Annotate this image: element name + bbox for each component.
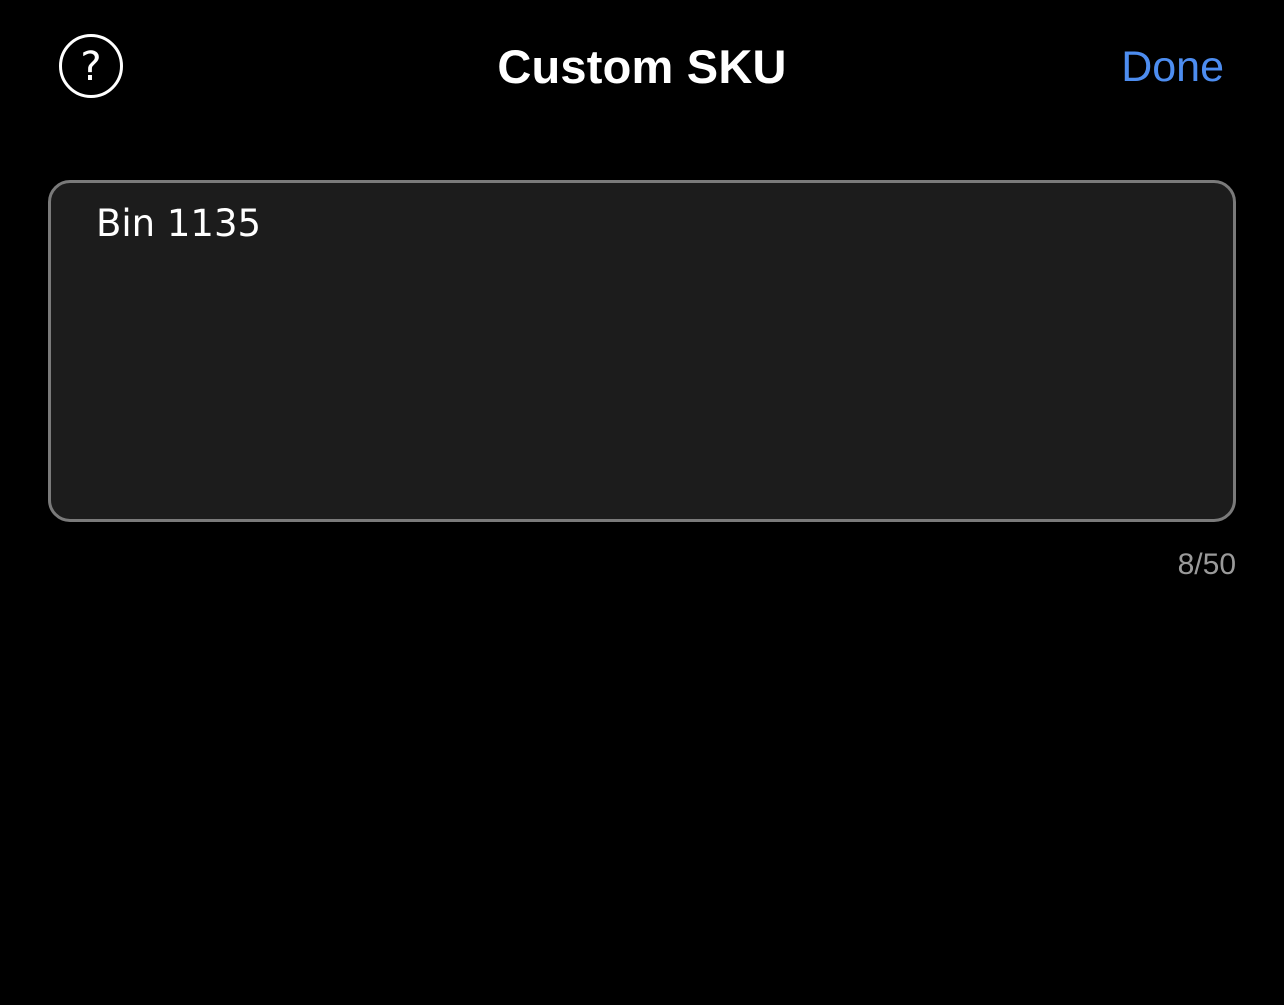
character-counter: 8/50	[1177, 548, 1236, 581]
page-title: Custom SKU	[497, 40, 787, 93]
done-button[interactable]: Done	[1121, 38, 1224, 96]
custom-sku-input[interactable]	[96, 199, 1186, 499]
nav-header: ? Custom SKU Done	[0, 0, 1284, 136]
question-circle-icon: ?	[80, 44, 102, 90]
help-button[interactable]: ?	[59, 34, 123, 98]
sku-text-area-container[interactable]	[48, 180, 1236, 522]
